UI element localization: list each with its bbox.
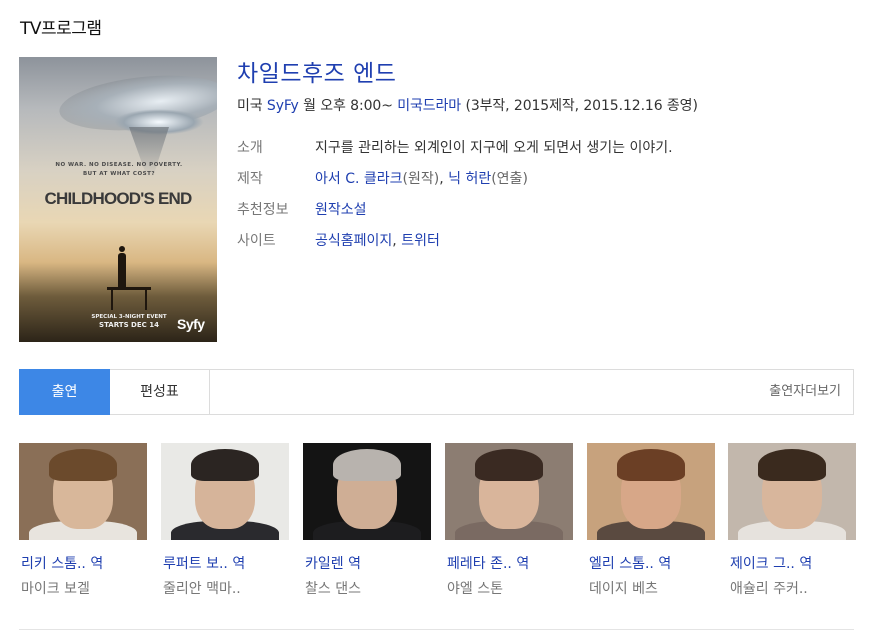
section-title: TV프로그램 (20, 19, 102, 39)
cast-photo-hair (758, 449, 826, 481)
cast-actor-link[interactable]: 데이지 베츠 (589, 578, 658, 598)
cast-tabbar: 출연 편성표 출연자더보기 (19, 369, 854, 415)
cast-actor-link[interactable]: 마이크 보겔 (21, 578, 90, 598)
info-row-credits: 제작 아서 C. 클라크(원작), 닉 허란(연출) (237, 168, 528, 188)
cast-item[interactable]: 엘리 스톰.. 역데이지 베츠 (587, 443, 715, 597)
cast-role-link[interactable]: 리키 스톰.. 역 (21, 553, 103, 573)
meta-detail: (3부작, 2015제작, 2015.12.16 종영) (465, 98, 698, 114)
cast-role-link[interactable]: 엘리 스톰.. 역 (589, 553, 671, 573)
recommend-link[interactable]: 원작소설 (315, 202, 367, 218)
info-row-site: 사이트 공식홈페이지, 트위터 (237, 230, 440, 250)
cast-actor-link[interactable]: 찰스 댄스 (305, 578, 361, 598)
cast-photo[interactable] (303, 443, 431, 540)
cast-role-link[interactable]: 제이크 그.. 역 (730, 553, 812, 573)
meta-time: 월 오후 8:00~ (303, 98, 393, 114)
cast-item[interactable]: 페레타 존.. 역야엘 스톤 (445, 443, 573, 597)
tab-cast[interactable]: 출연 (19, 369, 110, 415)
program-poster[interactable]: NO WAR. NO DISEASE. NO POVERTY. BUT AT W… (19, 57, 217, 342)
site-twitter-link[interactable]: 트위터 (401, 233, 440, 249)
credits-director-link[interactable]: 닉 허란 (448, 171, 491, 187)
meta-channel-link[interactable]: SyFy (267, 98, 299, 114)
poster-event-line2: STARTS DEC 14 (99, 321, 159, 329)
program-meta: 미국 SyFy 월 오후 8:00~ 미국드라마 (3부작, 2015제작, 2… (237, 95, 698, 115)
cast-photo[interactable] (445, 443, 573, 540)
cast-photo[interactable] (728, 443, 856, 540)
credits-label: 제작 (237, 171, 263, 187)
recommend-label: 추천정보 (237, 202, 289, 218)
info-row-recommend: 추천정보 원작소설 (237, 199, 367, 219)
bottom-divider (19, 629, 854, 630)
credits-director-role: (연출) (491, 171, 528, 187)
cast-photo-hair (191, 449, 259, 481)
cast-role-link[interactable]: 루퍼트 보.. 역 (163, 553, 245, 573)
cast-photo-hair (333, 449, 401, 481)
poster-platform (107, 287, 151, 310)
poster-network-logo: Syfy (177, 316, 205, 332)
program-title[interactable]: 차일드후즈 엔드 (237, 54, 396, 88)
cast-item[interactable]: 제이크 그.. 역애슐리 주커.. (728, 443, 856, 597)
poster-figure (118, 246, 126, 287)
intro-value: 지구를 관리하는 외계인이 지구에 오게 되면서 생기는 이야기. (315, 140, 673, 156)
cast-actor-link[interactable]: 애슐리 주커.. (730, 578, 808, 598)
cast-photo-hair (49, 449, 117, 481)
poster-tagline: NO WAR. NO DISEASE. NO POVERTY. BUT AT W… (55, 162, 183, 177)
cast-role-link[interactable]: 카일렌 역 (305, 553, 361, 573)
intro-label: 소개 (237, 140, 263, 156)
poster-event-text: SPECIAL 3-NIGHT EVENT STARTS DEC 14 (79, 313, 179, 329)
credits-author-link[interactable]: 아서 C. 클라크 (315, 171, 403, 187)
cast-item[interactable]: 리키 스톰.. 역마이크 보겔 (19, 443, 147, 597)
cast-role-link[interactable]: 페레타 존.. 역 (447, 553, 529, 573)
info-row-intro: 소개 지구를 관리하는 외계인이 지구에 오게 되면서 생기는 이야기. (237, 137, 673, 157)
more-cast-link[interactable]: 출연자더보기 (769, 370, 841, 414)
cast-item[interactable]: 루퍼트 보.. 역줄리안 맥마.. (161, 443, 289, 597)
cast-photo-hair (617, 449, 685, 481)
cast-photo-hair (475, 449, 543, 481)
credits-author-role: (원작) (402, 171, 440, 187)
meta-country: 미국 (237, 98, 263, 114)
cast-item[interactable]: 카일렌 역찰스 댄스 (303, 443, 431, 597)
cast-actor-link[interactable]: 줄리안 맥마.. (163, 578, 241, 598)
cast-actor-link[interactable]: 야엘 스톤 (447, 578, 503, 598)
site-home-link[interactable]: 공식홈페이지 (315, 233, 392, 249)
cast-photo[interactable] (587, 443, 715, 540)
poster-logo-title: CHILDHOOD'S END (44, 189, 193, 208)
cast-photo[interactable] (19, 443, 147, 540)
cast-photo[interactable] (161, 443, 289, 540)
site-label: 사이트 (237, 233, 276, 249)
meta-genre-link[interactable]: 미국드라마 (397, 98, 461, 114)
poster-event-line1: SPECIAL 3-NIGHT EVENT (91, 314, 167, 320)
tab-schedule[interactable]: 편성표 (110, 369, 210, 415)
